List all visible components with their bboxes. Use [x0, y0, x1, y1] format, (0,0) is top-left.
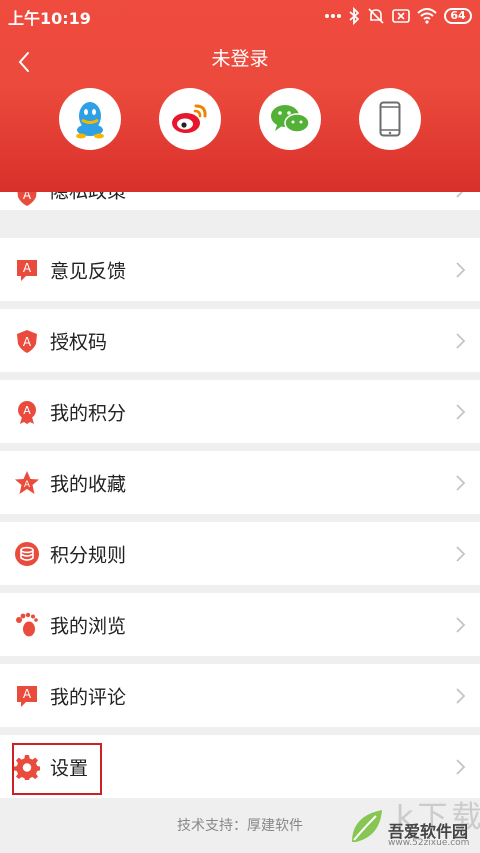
menu-item-label: 授权码 [50, 331, 108, 353]
mute-icon [368, 8, 384, 24]
menu-item-history[interactable]: 我的浏览 [0, 593, 480, 656]
weibo-login-button[interactable] [159, 88, 221, 150]
star-icon: A [15, 470, 39, 494]
menu-item-points-rules[interactable]: 积分规则 [0, 522, 480, 585]
medal-icon: A [18, 400, 36, 424]
svg-text:A: A [23, 687, 32, 701]
menu-item-label: 意见反馈 [50, 260, 127, 282]
svg-text:A: A [24, 480, 31, 490]
chevron-right-icon [456, 545, 466, 562]
status-time: 上午10:19 [8, 9, 91, 28]
phone-icon [379, 101, 401, 137]
page-title: 未登录 [211, 48, 269, 70]
leaf-logo-icon [352, 810, 382, 842]
svg-text:A: A [23, 261, 32, 275]
chevron-right-icon [456, 616, 466, 633]
qq-login-button[interactable] [59, 88, 121, 150]
chevron-right-icon [456, 687, 466, 704]
chevron-right-icon [456, 758, 466, 775]
status-icons: 64 [325, 6, 472, 26]
footprint-icon [16, 612, 38, 636]
chevron-right-icon [456, 403, 466, 420]
menu-item-points[interactable]: A 我的积分 [0, 380, 480, 443]
more-dots-icon [325, 14, 341, 18]
menu-item-label: 我的评论 [50, 686, 127, 708]
status-bar: 上午10:19 64 [0, 0, 480, 32]
menu-item-label: 我的收藏 [50, 473, 127, 495]
menu-item-favorites[interactable]: A 我的收藏 [0, 451, 480, 514]
chevron-right-icon [456, 332, 466, 349]
svg-text:A: A [23, 335, 32, 349]
coins-icon [15, 541, 39, 566]
header: 上午10:19 64 未登录 [0, 0, 480, 192]
svg-text:A: A [23, 404, 31, 417]
wifi-icon [417, 8, 437, 24]
battery-icon: 64 [444, 8, 472, 24]
menu-item-feedback[interactable]: A 意见反馈 [0, 238, 480, 301]
wechat-login-button[interactable] [259, 88, 321, 150]
social-login-row [0, 88, 480, 152]
weibo-icon [172, 104, 207, 133]
sim-off-icon [392, 9, 410, 23]
chevron-right-icon [456, 474, 466, 491]
bluetooth-icon [349, 7, 360, 25]
menu-item-comments[interactable]: A 我的评论 [0, 664, 480, 727]
watermark: k下载 吾爱软件园 www.52zixue.com [348, 798, 480, 850]
menu-item-label: 积分规则 [50, 544, 127, 566]
menu-item-auth-code[interactable]: A 授权码 [0, 309, 480, 372]
phone-login-button[interactable] [359, 88, 421, 150]
settings-highlight-box [12, 743, 102, 795]
chevron-right-icon [456, 261, 466, 278]
menu-item-label: 我的积分 [50, 402, 127, 424]
comment-icon: A [17, 685, 37, 707]
feedback-icon: A [17, 259, 37, 281]
qq-icon [76, 102, 104, 139]
wechat-icon [271, 105, 310, 133]
watermark-url: www.52zixue.com [388, 838, 470, 848]
menu-item-label: 我的浏览 [50, 615, 127, 637]
shield-icon: A [17, 329, 37, 353]
